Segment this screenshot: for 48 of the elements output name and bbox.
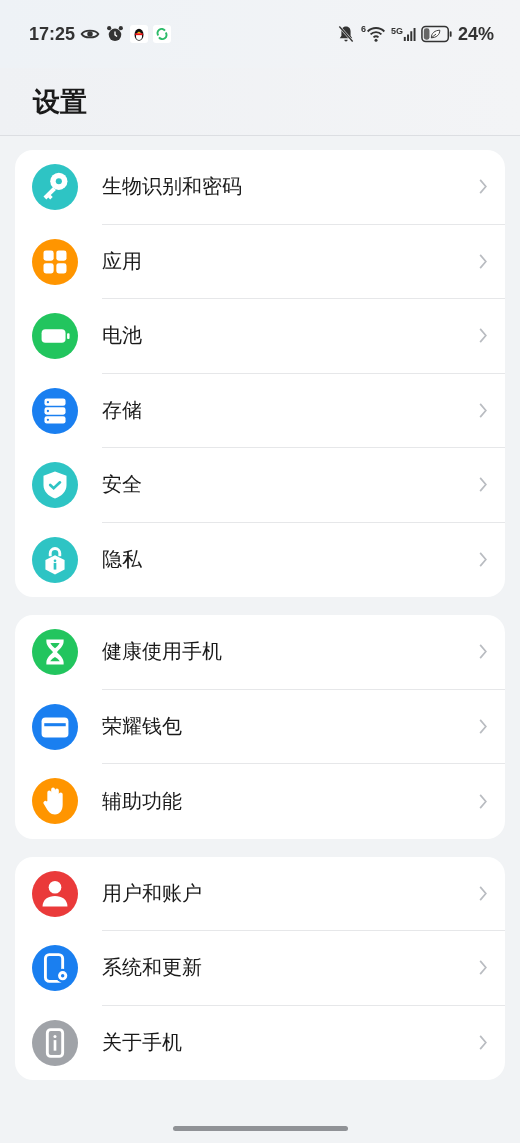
item-label: 系统和更新	[102, 954, 202, 982]
wifi-icon	[365, 24, 386, 44]
settings-item[interactable]: 安全	[15, 448, 505, 523]
home-indicator[interactable]	[172, 1126, 348, 1131]
settings-item[interactable]: 用户和账户	[15, 856, 505, 931]
item-label: 关于手机	[102, 1029, 182, 1057]
chevron-right-icon	[478, 884, 488, 902]
chevron-right-icon	[478, 327, 488, 345]
settings-item[interactable]: 生物识别和密码	[15, 150, 505, 225]
battery-percent: 24%	[457, 23, 494, 45]
chevron-right-icon	[478, 792, 488, 810]
settings-item[interactable]: 存储	[15, 373, 505, 448]
settings-item[interactable]: 隐私	[15, 522, 505, 597]
wifi-band-label: 6	[360, 24, 366, 34]
item-label: 荣耀钱包	[102, 712, 182, 740]
clock-time: 17:25	[29, 23, 76, 45]
settings-item[interactable]: 应用	[15, 224, 505, 299]
item-label: 电池	[102, 322, 142, 350]
item-label: 用户和账户	[102, 879, 202, 907]
chevron-right-icon	[478, 643, 488, 661]
alarm-clock-icon	[105, 24, 126, 44]
chevron-right-icon	[478, 178, 488, 196]
chevron-right-icon	[478, 717, 488, 735]
chevron-right-icon	[478, 551, 488, 569]
item-label: 辅助功能	[102, 787, 182, 815]
network-type: 5G	[390, 25, 403, 36]
settings-item[interactable]: 健康使用手机	[15, 615, 505, 690]
item-label: 应用	[102, 247, 142, 275]
chevron-right-icon	[478, 476, 488, 494]
settings-item[interactable]: 荣耀钱包	[15, 689, 505, 764]
item-label: 健康使用手机	[102, 638, 222, 666]
signal-icon	[402, 25, 416, 43]
item-label: 生物识别和密码	[102, 173, 242, 201]
item-label: 隐私	[102, 546, 142, 574]
settings-item[interactable]: 电池	[15, 299, 505, 374]
chevron-right-icon	[478, 401, 488, 419]
chevron-right-icon	[478, 252, 488, 270]
chevron-right-icon	[478, 959, 488, 977]
settings-item[interactable]: 关于手机	[15, 1005, 505, 1080]
settings-item[interactable]: 系统和更新	[15, 931, 505, 1006]
chevron-right-icon	[478, 1034, 488, 1052]
item-label: 安全	[102, 471, 142, 499]
item-label: 存储	[102, 396, 142, 424]
battery-icon	[420, 25, 453, 43]
sync-icon	[153, 25, 172, 43]
settings-item[interactable]: 辅助功能	[15, 764, 505, 839]
page-title: 设置	[33, 84, 87, 119]
penguin-icon	[130, 25, 149, 43]
